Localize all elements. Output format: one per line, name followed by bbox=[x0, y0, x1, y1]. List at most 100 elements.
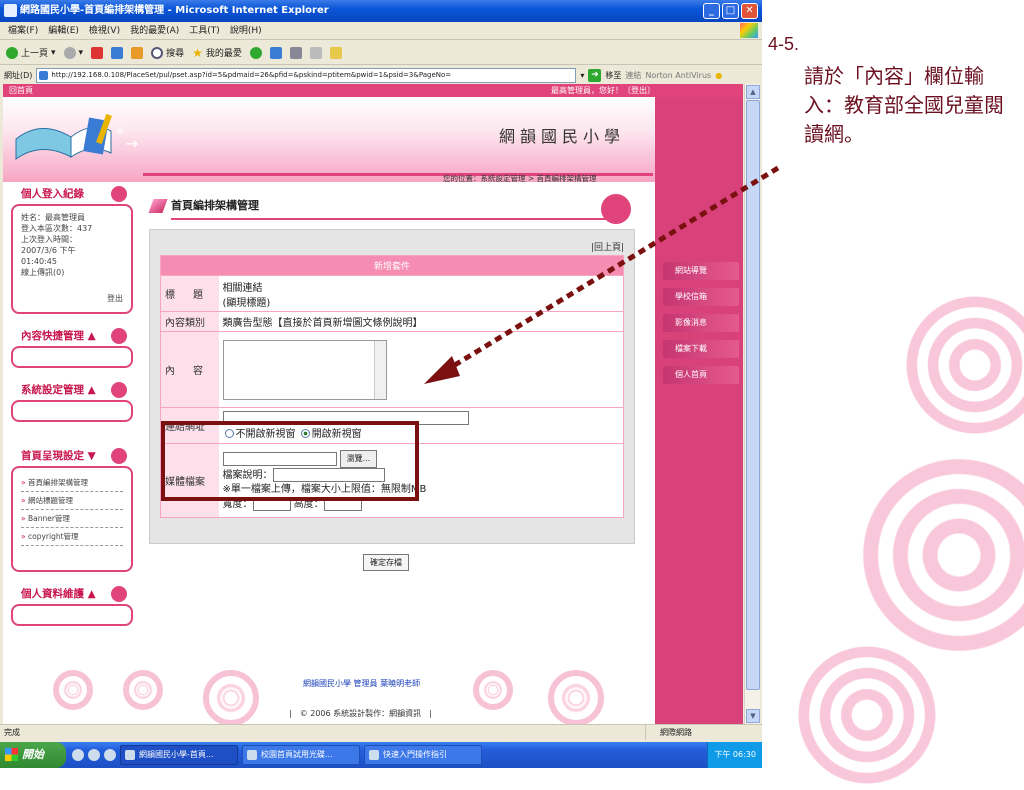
right-nav-item[interactable]: 學校信箱 bbox=[663, 288, 739, 306]
go-arrow-icon[interactable]: ➜ bbox=[588, 68, 602, 82]
scroll-thumb[interactable] bbox=[746, 100, 760, 690]
norton-icon[interactable]: ● bbox=[715, 71, 722, 80]
minimize-button[interactable]: _ bbox=[703, 3, 720, 19]
favorites-button[interactable]: ★ 我的最愛 bbox=[192, 46, 242, 60]
menu-help[interactable]: 說明(H) bbox=[230, 22, 262, 39]
right-nav-item[interactable]: 個人首頁 bbox=[663, 366, 739, 384]
search-label: 搜尋 bbox=[166, 49, 185, 59]
folder-icon[interactable] bbox=[329, 46, 342, 59]
sub-item-title[interactable]: 網站標題管理 bbox=[21, 495, 123, 510]
section-title[interactable]: 首頁呈現設定 ▼ bbox=[11, 446, 133, 466]
taskbar-task[interactable]: 網韻國民小學-首頁... bbox=[120, 745, 238, 765]
personal-data-box: 個人資料維護 ▲ bbox=[11, 584, 133, 626]
pink-dot-icon bbox=[111, 448, 127, 464]
right-nav-item[interactable]: 影像消息 bbox=[663, 314, 739, 332]
svg-text:→: → bbox=[125, 134, 138, 153]
back-link[interactable]: |回上頁| bbox=[591, 240, 624, 253]
scroll-up-icon[interactable]: ▲ bbox=[746, 85, 760, 99]
home-icon[interactable] bbox=[131, 46, 144, 59]
right-nav: 網站導覽 學校信箱 影像消息 檔案下載 個人首頁 bbox=[663, 262, 739, 392]
go-button[interactable]: 移至 bbox=[605, 70, 621, 81]
pink-dot-icon bbox=[111, 586, 127, 602]
zone-text: 網際網路 bbox=[645, 725, 761, 740]
save-button[interactable]: 確定存檔 bbox=[363, 554, 409, 571]
windows-flag-icon bbox=[740, 23, 758, 38]
online-message-link[interactable]: 線上傳訊(0) bbox=[21, 267, 123, 278]
menu-tools[interactable]: 工具(T) bbox=[189, 22, 220, 39]
start-button[interactable]: 開始 bbox=[0, 742, 66, 768]
address-dropdown-icon[interactable]: ▾ bbox=[580, 71, 584, 80]
title-value: 相關連結 (顯現標題) bbox=[218, 275, 624, 312]
section-title-text: 內容快捷管理 bbox=[21, 330, 84, 342]
ie-window: 網路國民小學-首頁編排架構管理 - Microsoft Internet Exp… bbox=[0, 0, 762, 768]
search-button[interactable]: 搜尋 bbox=[151, 46, 184, 59]
main-title-text: 首頁編排架構管理 bbox=[171, 199, 259, 212]
forward-button[interactable]: ▾ bbox=[63, 46, 83, 59]
pink-dot-icon bbox=[111, 382, 127, 398]
title-label: 標 題 bbox=[160, 275, 219, 312]
quick-launch bbox=[72, 749, 116, 761]
maximize-button[interactable]: □ bbox=[722, 3, 739, 19]
quicklaunch-icon[interactable] bbox=[104, 749, 116, 761]
swirl-decoration bbox=[548, 670, 604, 724]
login-line: 姓名：最高管理員 bbox=[21, 213, 85, 222]
stop-icon[interactable] bbox=[91, 46, 104, 59]
menu-edit[interactable]: 編輯(E) bbox=[48, 22, 79, 39]
login-box-title: 個人登入紀錄 bbox=[11, 184, 133, 204]
footer-credit[interactable]: 網韻國民小學 管理員 葉曉明老師 bbox=[303, 678, 420, 689]
type-label: 內容類別 bbox=[160, 311, 219, 332]
home-link[interactable]: 回首頁 bbox=[9, 86, 33, 95]
back-button[interactable]: 上一頁 ▾ bbox=[6, 46, 56, 59]
greeting[interactable]: 最高管理員，您好！〔登出〕 bbox=[551, 84, 655, 97]
svg-text:+: + bbox=[115, 124, 125, 138]
login-line: 上次登入時間： bbox=[21, 235, 77, 244]
menu-favorites[interactable]: 我的最愛(A) bbox=[130, 22, 179, 39]
status-text: 完成 bbox=[4, 728, 20, 737]
address-bar: 網址(D) http://192.168.0.108/PlaceSet/pul/… bbox=[0, 66, 762, 84]
form-header: 新增套件 bbox=[160, 255, 624, 276]
forward-arrow-icon bbox=[63, 46, 76, 59]
media-icon[interactable] bbox=[249, 46, 262, 59]
refresh-icon[interactable] bbox=[111, 46, 124, 59]
menu-file[interactable]: 檔案(F) bbox=[8, 22, 38, 39]
homepage-settings-box: 首頁呈現設定 ▼ 首頁編排架構管理 網站標題管理 Banner管理 copyri… bbox=[11, 446, 133, 572]
footer-copyright: | © 2006 系統設計製作：網韻資訊 | bbox=[289, 709, 432, 718]
breadcrumb: 您的位置：系統設定管理 > 首頁編排架構管理 bbox=[443, 174, 597, 183]
highlight-box bbox=[161, 421, 419, 501]
sub-item-copyright[interactable]: copyright管理 bbox=[21, 531, 123, 546]
sub-item-layout[interactable]: 首頁編排架構管理 bbox=[21, 477, 123, 492]
mail-icon[interactable] bbox=[289, 46, 302, 59]
login-line: 01:40:45 bbox=[21, 257, 57, 266]
quicklaunch-icon[interactable] bbox=[88, 749, 100, 761]
links-label[interactable]: 連結 bbox=[625, 70, 641, 81]
scroll-down-icon[interactable]: ▼ bbox=[746, 709, 760, 723]
history-icon[interactable] bbox=[269, 46, 282, 59]
system-settings-box: 系統設定管理 ▲ bbox=[11, 380, 133, 422]
menu-view[interactable]: 檢視(V) bbox=[89, 22, 120, 39]
swirl-decoration bbox=[203, 670, 259, 724]
close-button[interactable]: ✕ bbox=[741, 3, 758, 19]
print-icon[interactable] bbox=[309, 46, 322, 59]
login-title-text: 個人登入紀錄 bbox=[21, 188, 84, 200]
section-body bbox=[11, 604, 133, 626]
status-bar: 完成 網際網路 bbox=[0, 724, 762, 740]
section-title[interactable]: 系統設定管理 ▲ bbox=[11, 380, 133, 400]
address-input[interactable]: http://192.168.0.108/PlaceSet/pul/pset.a… bbox=[36, 67, 577, 83]
login-info: 姓名：最高管理員 登入本區次數：437 上次登入時間： 2007/3/6 下午 … bbox=[11, 204, 133, 314]
taskbar-task[interactable]: 校園首頁試用光碟... bbox=[242, 745, 360, 765]
quicklaunch-icon[interactable] bbox=[72, 749, 84, 761]
type-value: 類廣告型態【直接於首頁新增圖文條例說明】 bbox=[218, 311, 624, 332]
right-nav-item[interactable]: 檔案下載 bbox=[663, 340, 739, 358]
swirl-decoration bbox=[473, 670, 513, 710]
logout-link[interactable]: 登出 bbox=[107, 293, 123, 304]
sub-item-banner[interactable]: Banner管理 bbox=[21, 513, 123, 528]
search-icon bbox=[151, 46, 164, 59]
taskbar-task[interactable]: 快速入門操作指引 bbox=[364, 745, 482, 765]
content-textarea[interactable] bbox=[222, 339, 387, 400]
section-title[interactable]: 個人資料維護 ▲ bbox=[11, 584, 133, 604]
norton-label[interactable]: Norton AntiVirus bbox=[645, 71, 711, 80]
section-title[interactable]: 內容快捷管理 ▲ bbox=[11, 326, 133, 346]
right-nav-item[interactable]: 網站導覽 bbox=[663, 262, 739, 280]
textarea-scrollbar[interactable] bbox=[373, 340, 386, 399]
page-scrollbar[interactable]: ▲ ▼ bbox=[744, 84, 760, 724]
